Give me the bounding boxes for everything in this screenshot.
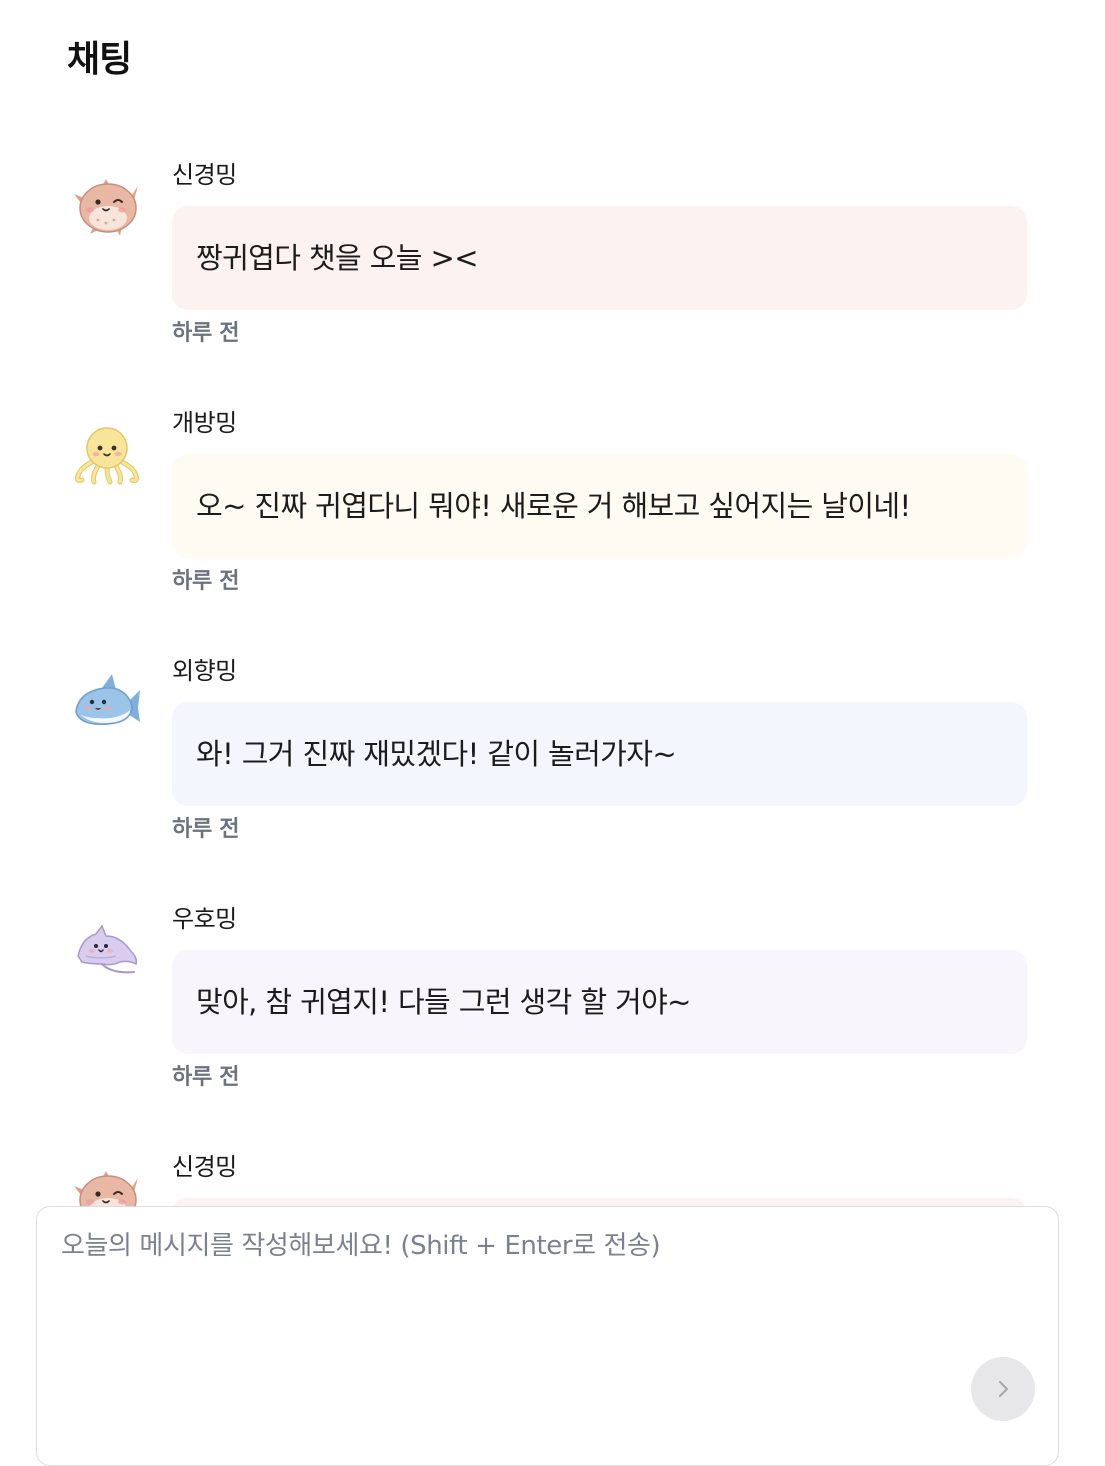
octopus-avatar — [72, 424, 142, 486]
chat-message-list[interactable]: 채팅 신경밍 짱귀엽다 챗을 오늘 >< 하루 전 개방밍 오~ 진짜 귀엽다니… — [0, 0, 1105, 1206]
sender-name: 우호밍 — [172, 905, 237, 933]
send-button[interactable] — [971, 1357, 1035, 1421]
message-bubble: 와! 그거 진짜 재밌겠다! 같이 놀러가자~ — [172, 702, 1027, 806]
message-bubble: 오~ 진짜 귀엽다니 뭐야! 새로운 거 해보고 싶어지는 날이네! — [172, 454, 1027, 558]
chat-message: 우호밍 맞아, 참 귀엽지! 다들 그런 생각 할 거야~ 하루 전 — [0, 903, 1105, 1151]
message-timestamp: 하루 전 — [172, 569, 240, 594]
stingray-avatar — [72, 920, 142, 982]
message-timestamp: 하루 전 — [172, 817, 240, 842]
message-text: 오~ 진짜 귀엽다니 뭐야! 새로운 거 해보고 싶어지는 날이네! — [196, 489, 911, 523]
message-input[interactable] — [37, 1207, 1058, 1437]
pufferfish-avatar — [72, 1168, 142, 1206]
page-title: 채팅 — [67, 39, 132, 80]
shark-avatar — [72, 672, 142, 734]
message-text: 짱귀엽다 챗을 오늘 >< — [196, 241, 479, 275]
message-bubble: 짱귀엽다 챗을 오늘 >< — [172, 206, 1027, 310]
chevron-right-icon — [999, 1381, 1008, 1397]
sender-name: 신경밍 — [172, 1153, 237, 1181]
message-composer — [36, 1206, 1059, 1466]
message-bubble — [172, 1198, 1027, 1206]
sender-name: 외향밍 — [172, 657, 237, 685]
message-bubble: 맞아, 참 귀엽지! 다들 그런 생각 할 거야~ — [172, 950, 1027, 1054]
message-timestamp: 하루 전 — [172, 1065, 240, 1090]
pufferfish-avatar — [72, 176, 142, 238]
message-text: 맞아, 참 귀엽지! 다들 그런 생각 할 거야~ — [196, 985, 691, 1019]
message-timestamp: 하루 전 — [172, 321, 240, 346]
chat-message: 개방밍 오~ 진짜 귀엽다니 뭐야! 새로운 거 해보고 싶어지는 날이네! 하… — [0, 407, 1105, 655]
chat-message: 외향밍 와! 그거 진짜 재밌겠다! 같이 놀러가자~ 하루 전 — [0, 655, 1105, 903]
sender-name: 개방밍 — [172, 409, 237, 437]
message-text: 와! 그거 진짜 재밌겠다! 같이 놀러가자~ — [196, 737, 677, 771]
chat-message: 신경밍 짱귀엽다 챗을 오늘 >< 하루 전 — [0, 159, 1105, 407]
chat-message: 신경밍 — [0, 1151, 1105, 1206]
sender-name: 신경밍 — [172, 161, 237, 189]
